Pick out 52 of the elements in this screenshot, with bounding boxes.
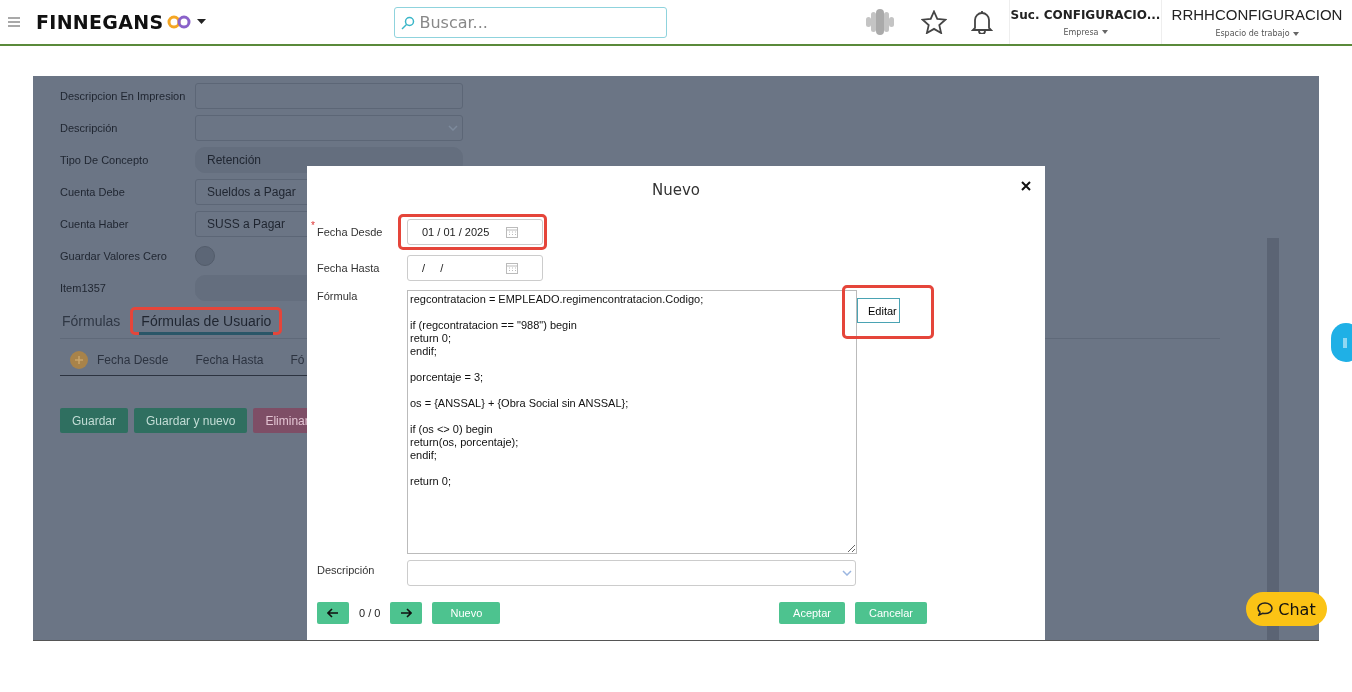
search-field[interactable]: Buscar...: [394, 6, 668, 38]
company-label[interactable]: Empresa: [1063, 27, 1099, 37]
field-label: Guardar Valores Cero: [60, 249, 168, 263]
column-header: Fecha Hasta: [195, 353, 264, 367]
infinity-logo-icon: [167, 15, 192, 29]
select-field[interactable]: [195, 115, 463, 141]
field-label: Item1357: [60, 281, 107, 295]
left-arrow-icon: [327, 608, 339, 618]
brand-logo[interactable]: FINNEGANS: [36, 11, 164, 33]
field-label: Descripcion En Impresion: [60, 89, 187, 103]
add-icon[interactable]: [70, 351, 88, 369]
previous-button[interactable]: [317, 602, 349, 624]
workspace-name[interactable]: RRHHCONFIGURACION: [1171, 6, 1343, 23]
side-handle[interactable]: [1331, 323, 1352, 362]
search-icon: [401, 15, 416, 30]
formula-field[interactable]: regcontratacion = EMPLEADO.regimencontratacion.Codigo; if (regcontratacion == "988") begin return 0; endif; porcentaje = 3; os = {ANSSAL} + {Obra Social sin ANSSAL}; if (os <> 0) begin return(os, porcentaje); endif; return 0;: [407, 290, 857, 554]
field-label: Cuenta Haber: [60, 217, 130, 231]
date-field[interactable]: / /: [407, 255, 543, 281]
required-mark: *: [311, 220, 315, 231]
field-label: Fecha Desde: [317, 226, 383, 238]
field-label: Cuenta Debe: [60, 185, 126, 199]
speech-bubble-icon: [1257, 602, 1274, 616]
calendar-icon[interactable]: [506, 226, 518, 238]
column-header: Fó: [290, 353, 305, 367]
chat-button[interactable]: Chat: [1246, 592, 1327, 626]
edit-button[interactable]: Editar: [857, 298, 900, 323]
field-label: Tipo De Concepto: [60, 153, 150, 167]
date-field[interactable]: 01 / 01 / 2025: [407, 219, 543, 245]
field-label: Descripción: [317, 564, 375, 576]
calendar-icon[interactable]: [506, 262, 518, 274]
menu-icon[interactable]: [8, 17, 20, 27]
toggle-switch[interactable]: [195, 246, 215, 266]
workspace-label[interactable]: Espacio de trabajo: [1215, 29, 1290, 38]
bell-icon[interactable]: [971, 10, 993, 34]
star-icon[interactable]: [921, 10, 947, 34]
sound-wave-icon[interactable]: [865, 8, 895, 36]
field-label: Fecha Hasta: [317, 262, 380, 274]
field-label: Descripción: [60, 121, 119, 135]
field-label: Fórmula: [317, 290, 358, 302]
right-arrow-icon: [400, 608, 413, 618]
save-button[interactable]: Guardar: [60, 408, 129, 433]
dialog-title: Nuevo: [652, 181, 700, 199]
company-name[interactable]: Suc. CONFIGURACIO...: [1010, 7, 1161, 22]
chevron-icon: [842, 570, 852, 576]
save-button[interactable]: Guardar y nuevo: [134, 408, 248, 433]
column-header: Fecha Desde: [97, 353, 169, 367]
scrollbar[interactable]: [1267, 238, 1279, 640]
close-icon[interactable]: [1021, 181, 1031, 191]
caret-icon[interactable]: [197, 19, 207, 25]
grip-icon: [1343, 337, 1347, 348]
pager-count: 0 / 0: [359, 607, 381, 619]
next-button[interactable]: [390, 602, 423, 624]
